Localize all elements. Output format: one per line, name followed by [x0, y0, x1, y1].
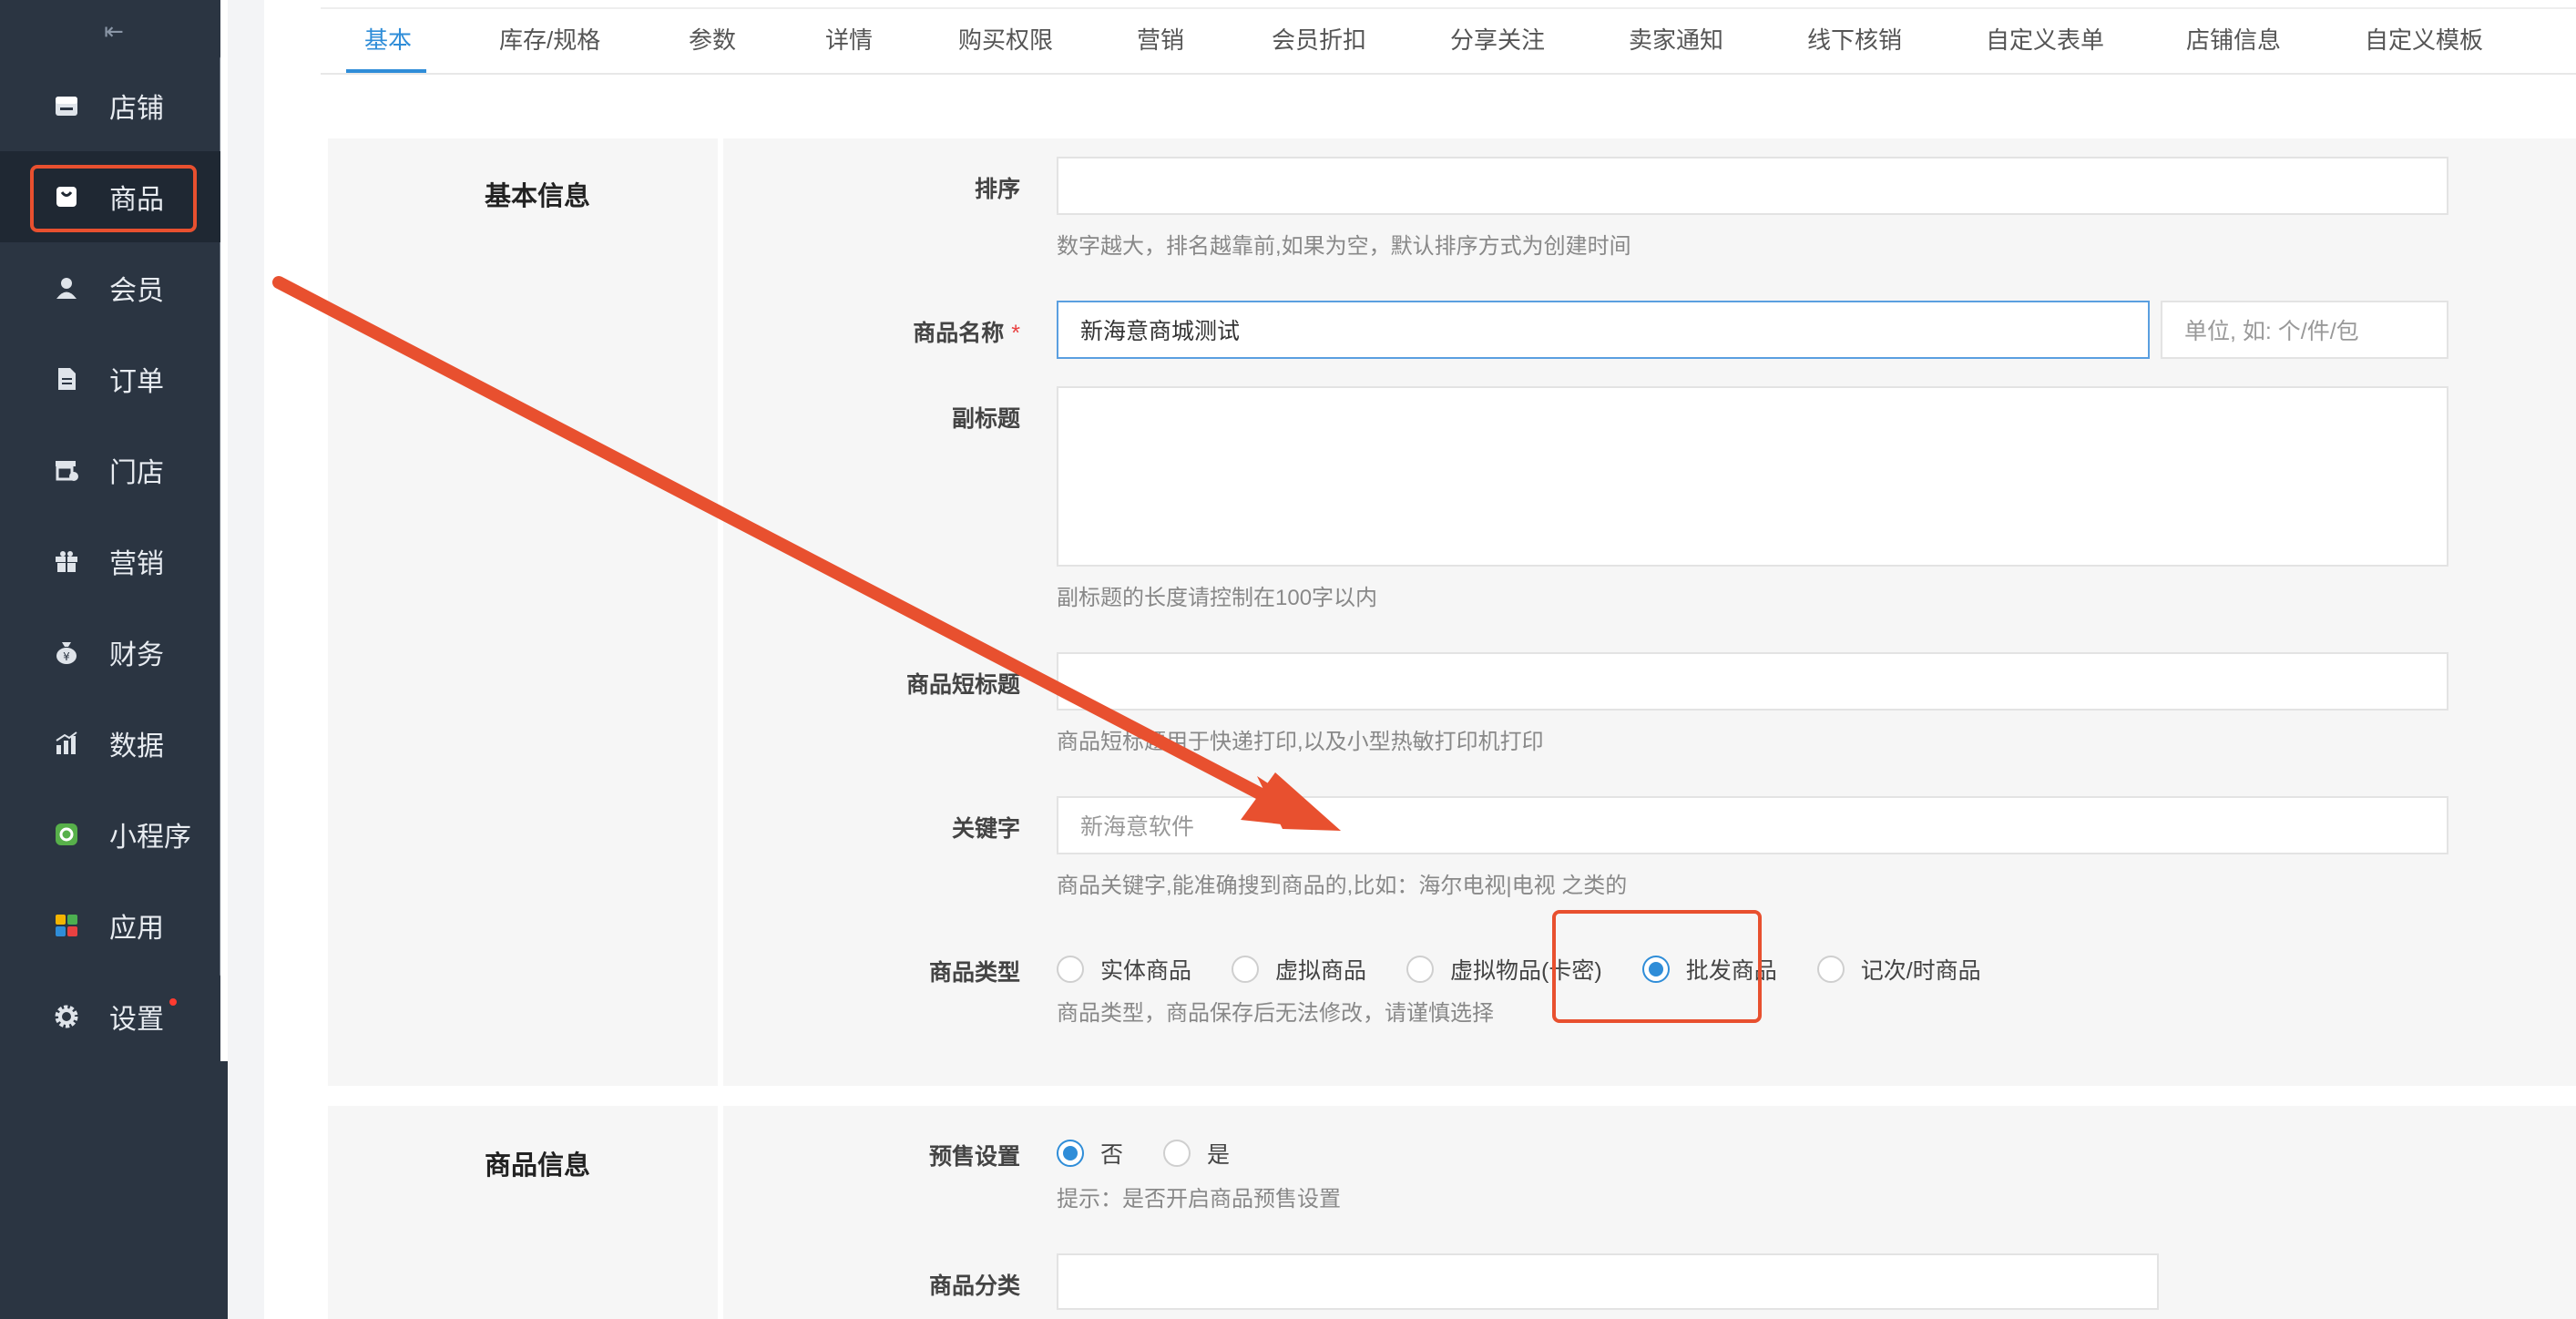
section-title: 商品信息: [485, 1151, 591, 1181]
radio-circle[interactable]: [1057, 956, 1084, 983]
tab-stock-spec[interactable]: 库存/规格: [499, 22, 600, 56]
tab-store-info[interactable]: 店铺信息: [2186, 22, 2281, 56]
presale-label: 预售设置: [928, 1144, 1020, 1170]
sidebar-item-label: 小程序: [109, 823, 191, 853]
sidebar-item-label: 门店: [109, 458, 164, 488]
keyword-input[interactable]: 新海意软件: [1057, 796, 2448, 854]
sort-input[interactable]: [1057, 157, 2448, 215]
tab-share-follow[interactable]: 分享关注: [1450, 22, 1545, 56]
miniprogram-icon: [51, 819, 82, 850]
radio-label: 实体商品: [1100, 958, 1192, 984]
tab-offline-verify[interactable]: 线下核销: [1807, 22, 1902, 56]
short-title-input[interactable]: [1057, 652, 2448, 711]
presale-radio-group: 否 是: [1057, 1137, 1270, 1170]
notification-dot: [169, 998, 177, 1006]
keyword-hint: 商品关键字,能准确搜到商品的,比如：海尔电视|电视 之类的: [1057, 874, 1628, 898]
sidebar-item-label: 订单: [109, 367, 164, 397]
section-left-panel: 商品信息: [328, 1106, 723, 1319]
sidebar-item-settings[interactable]: 设置: [0, 971, 228, 1062]
tab-marketing[interactable]: 营销: [1137, 22, 1184, 56]
goods-name-input[interactable]: 新海意商城测试: [1057, 301, 2150, 359]
chart-icon: [51, 728, 82, 759]
goods-name-label: 商品名称 *: [913, 315, 1020, 348]
tab-purchase-permission[interactable]: 购买权限: [958, 22, 1053, 56]
goods-type-radio-group: 实体商品 虚拟商品 虚拟物品(卡密) 批发商品 记次/时商品: [1057, 953, 2021, 986]
required-star: *: [1011, 321, 1020, 346]
sidebar-item-label: 营销: [109, 549, 164, 579]
sidebar-item-label: 应用: [109, 914, 164, 944]
content-gutter: [228, 0, 264, 1319]
sidebar-item-label: 会员: [109, 276, 164, 306]
sidebar-item-marketing[interactable]: 营销: [0, 516, 228, 607]
type-option-physical[interactable]: 实体商品: [1057, 953, 1191, 986]
tab-detail[interactable]: 详情: [825, 22, 873, 56]
tab-custom-form[interactable]: 自定义表单: [1986, 22, 2104, 56]
sidebar: ⇤ 店铺 商品 会员 订单 门店 营销 ¥ 财务 数据 小程序 应用 设置: [0, 0, 228, 1319]
unit-input[interactable]: 单位, 如: 个/件/包: [2161, 301, 2448, 359]
gear-icon: [51, 1001, 82, 1032]
radio-circle[interactable]: [1816, 956, 1845, 983]
radio-label: 记次/时商品: [1860, 958, 1981, 984]
tab-params[interactable]: 参数: [689, 22, 736, 56]
sidebar-item-shop[interactable]: 门店: [0, 424, 228, 516]
sidebar-item-label: 数据: [109, 731, 164, 762]
store-icon: [51, 90, 82, 121]
category-label: 商品分类: [928, 1273, 1020, 1299]
apps-icon: [51, 910, 82, 941]
sidebar-item-finance[interactable]: ¥ 财务: [0, 607, 228, 698]
collapse-icon[interactable]: ⇤: [0, 7, 228, 55]
radio-circle[interactable]: [1232, 956, 1260, 983]
top-edge: [321, 0, 2576, 9]
radio-label: 否: [1100, 1142, 1124, 1168]
sort-hint: 数字越大，排名越靠前,如果为空，默认排序方式为创建时间: [1057, 234, 1631, 259]
radio-circle[interactable]: [1163, 1140, 1191, 1167]
order-icon: [51, 363, 82, 394]
sidebar-item-label: 店铺: [109, 94, 164, 124]
subtitle-label: 副标题: [951, 406, 1020, 432]
radio-label: 虚拟商品: [1275, 958, 1367, 984]
type-option-count-time[interactable]: 记次/时商品: [1816, 953, 1981, 986]
goods-highlight-box: [30, 165, 197, 232]
sidebar-item-order[interactable]: 订单: [0, 333, 228, 424]
sidebar-item-member[interactable]: 会员: [0, 242, 228, 333]
presale-hint: 提示：是否开启商品预售设置: [1057, 1187, 1341, 1212]
svg-text:¥: ¥: [63, 650, 70, 663]
tab-active-underline: [346, 69, 426, 73]
subtitle-hint: 副标题的长度请控制在100字以内: [1057, 586, 1378, 610]
presale-option-no[interactable]: 否: [1057, 1137, 1123, 1170]
keyword-label: 关键字: [951, 816, 1020, 842]
sidebar-item-apps[interactable]: 应用: [0, 880, 228, 971]
goods-type-hint: 商品类型，商品保存后无法修改，请谨慎选择: [1057, 1001, 1494, 1026]
wholesale-highlight-box: [1552, 910, 1762, 1023]
category-input[interactable]: [1057, 1253, 2159, 1310]
goods-type-label: 商品类型: [928, 960, 1020, 986]
goods-name-label-text: 商品名称: [913, 321, 1005, 346]
presale-option-yes[interactable]: 是: [1163, 1137, 1230, 1170]
basic-info-section: 基本信息: [328, 138, 2576, 1086]
short-title-label: 商品短标题: [905, 672, 1020, 698]
radio-label: 是: [1207, 1142, 1231, 1168]
sidebar-item-label: 设置: [109, 1005, 164, 1035]
section-title: 基本信息: [485, 182, 591, 211]
tab-custom-template[interactable]: 自定义模板: [2365, 22, 2483, 56]
tab-basic[interactable]: 基本: [364, 22, 412, 56]
type-option-virtual[interactable]: 虚拟商品: [1232, 953, 1366, 986]
radio-circle-selected[interactable]: [1057, 1140, 1084, 1167]
sidebar-item-label: 财务: [109, 640, 164, 670]
tab-seller-notice[interactable]: 卖家通知: [1629, 22, 1723, 56]
gift-icon: [51, 546, 82, 577]
sort-label: 排序: [974, 177, 1020, 202]
tab-bar: 基本 库存/规格 参数 详情 购买权限 营销 会员折扣 分享关注 卖家通知 线下…: [321, 9, 2576, 75]
money-bag-icon: ¥: [51, 637, 82, 668]
member-icon: [51, 272, 82, 303]
subtitle-textarea[interactable]: [1057, 386, 2448, 567]
sidebar-item-store[interactable]: 店铺: [0, 60, 228, 151]
radio-circle[interactable]: [1406, 956, 1435, 983]
sidebar-item-data[interactable]: 数据: [0, 698, 228, 789]
shop-icon: [51, 455, 82, 486]
short-title-hint: 商品短标题用于快递打印,以及小型热敏打印机打印: [1057, 730, 1544, 754]
tab-member-discount[interactable]: 会员折扣: [1272, 22, 1366, 56]
sidebar-item-miniprogram[interactable]: 小程序: [0, 789, 228, 880]
section-left-panel: 基本信息: [328, 138, 723, 1086]
